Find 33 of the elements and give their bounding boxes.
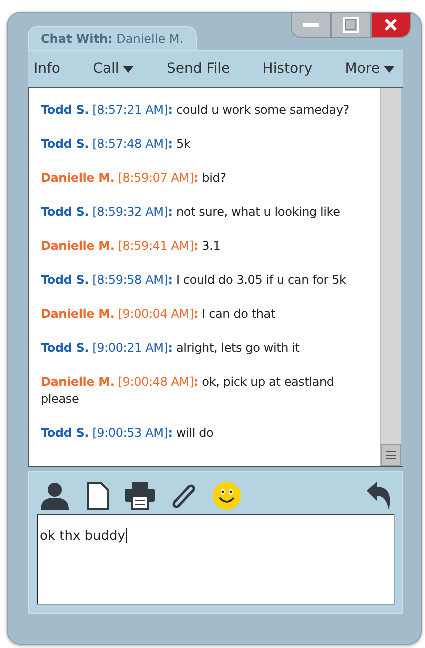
grip-icon <box>386 450 396 460</box>
chat-tab[interactable]: Chat With: Danielle M. <box>28 26 197 50</box>
chat-message: Danielle M. [8:59:41 AM]: 3.1 <box>41 238 222 255</box>
menu-item[interactable]: More <box>345 61 395 77</box>
maximize-button[interactable] <box>331 12 371 38</box>
chat-message: Todd S. [8:57:21 AM]: could u work some sameday? <box>41 102 350 119</box>
chat-message: Todd S. [8:57:48 AM]: 5k <box>41 136 192 153</box>
scroll-grip[interactable] <box>381 444 401 466</box>
maximize-icon <box>343 17 359 33</box>
chat-message: Todd S. [9:00:53 AM]: will do <box>41 425 215 442</box>
user-icon[interactable] <box>39 482 71 510</box>
message-input[interactable]: ok thx buddy <box>37 514 395 605</box>
scrollbar[interactable] <box>380 88 403 466</box>
document-icon[interactable] <box>87 482 109 510</box>
close-button[interactable] <box>371 12 411 38</box>
smiley-icon[interactable] <box>213 482 241 510</box>
chat-message: Todd S. [8:59:32 AM]: not sure, what u looking like <box>41 204 342 221</box>
chat-message: Todd S. [8:59:58 AM]: I could do 3.05 if u can for 5k <box>41 272 348 289</box>
menu-item[interactable]: Call <box>93 61 134 77</box>
paperclip-icon[interactable] <box>171 482 197 510</box>
minimize-icon <box>303 23 319 27</box>
chat-message: Danielle M. [9:00:48 AM]: ok, pick up at eastland please <box>41 374 336 408</box>
menu-item[interactable]: Send File <box>166 61 230 77</box>
tab-title: Chat With: Danielle M. <box>41 32 184 46</box>
chat-message: Danielle M. [8:59:07 AM]: bid? <box>41 170 228 187</box>
close-icon <box>384 18 398 32</box>
menu-item[interactable]: History <box>262 61 313 77</box>
reply-icon[interactable] <box>367 482 393 510</box>
chat-message: Todd S. [9:00:21 AM]: alright, lets go with it <box>41 340 301 357</box>
menu-item[interactable]: Info <box>34 61 60 77</box>
print-icon[interactable] <box>125 482 155 510</box>
minimize-button[interactable] <box>291 12 331 38</box>
chat-message: Danielle M. [9:00:04 AM]: I can do that <box>41 306 276 323</box>
